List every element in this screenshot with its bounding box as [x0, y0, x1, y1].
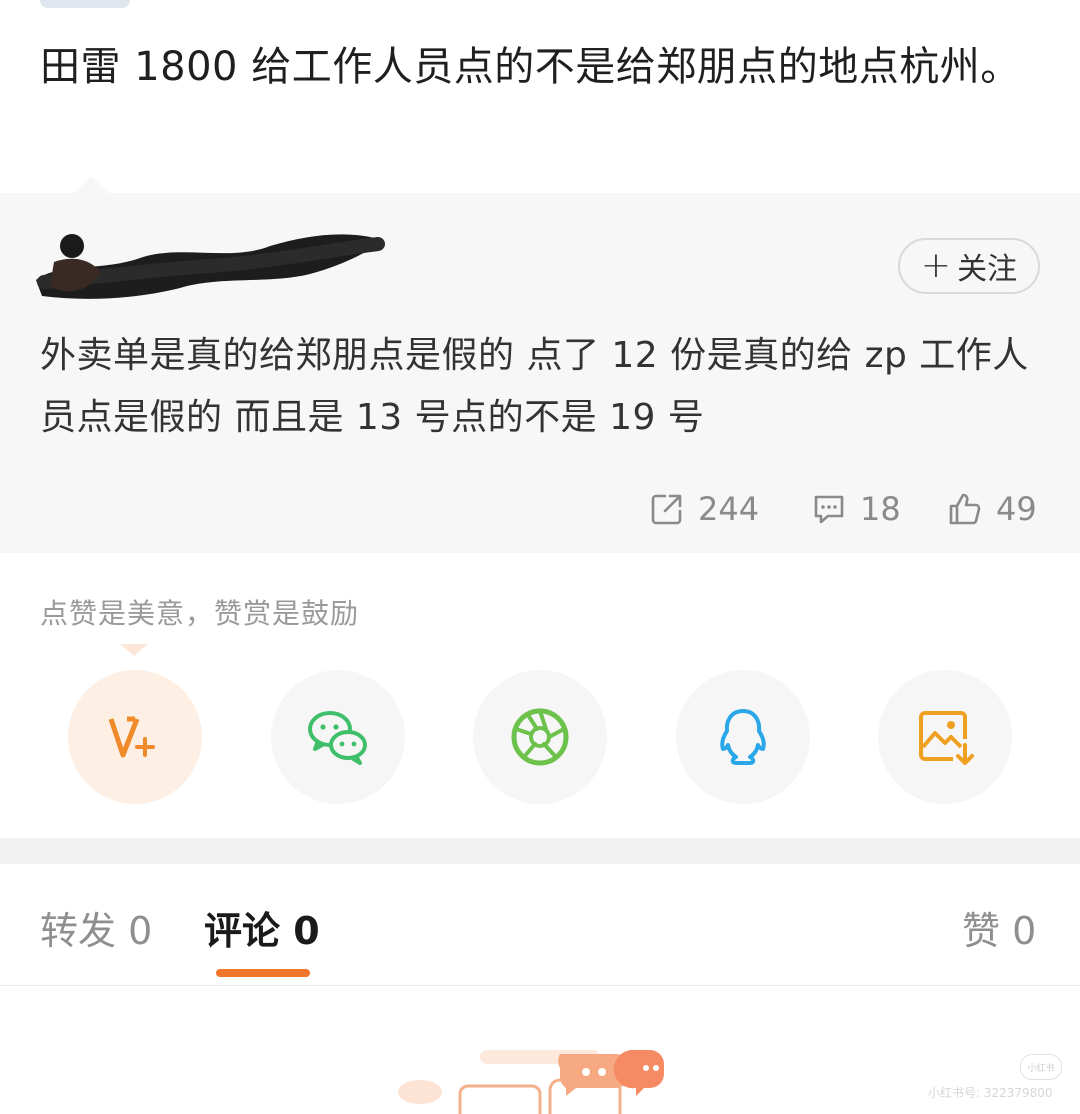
redacted-username-scribble [36, 234, 385, 299]
tabs-border [0, 985, 1080, 986]
plus-icon: + [920, 245, 952, 286]
share-qq-button[interactable] [676, 670, 810, 804]
like-count: 49 [996, 490, 1037, 528]
share-row [0, 670, 1080, 804]
save-image-button[interactable] [878, 670, 1012, 804]
quoted-comment-text: 外卖单是真的给郑朋点是假的 点了 12 份是真的给 zp 工作人员点是假的 而且… [40, 335, 1029, 438]
like-count-button[interactable]: 49 [948, 486, 1037, 532]
share-pointer [120, 644, 148, 656]
repost-icon [651, 494, 682, 525]
comment-icon [814, 495, 844, 524]
v-plus-icon [108, 716, 155, 758]
tab-comment[interactable]: 评论 0 [204, 900, 320, 955]
repost-count: 244 [698, 490, 760, 528]
active-tab-indicator [216, 969, 310, 977]
watermark-logo: 小红书 [1020, 1054, 1062, 1080]
reward-button[interactable] [68, 670, 202, 804]
watermark-text: 小红书号: 322379800 [928, 1086, 1053, 1100]
repost-count-button[interactable]: 244 [650, 486, 759, 532]
previous-content-fragment [40, 0, 130, 8]
quote-notch [74, 176, 108, 193]
save-image-icon [919, 711, 974, 765]
comment-count-button[interactable]: 18 [812, 486, 901, 532]
post-text: 田雷 1800 给工作人员点的不是给郑朋点的地点杭州。 [40, 44, 1021, 90]
tab-like[interactable]: 赞 0 [962, 900, 1036, 955]
comment-count: 18 [860, 490, 901, 528]
follow-button[interactable]: + 关注 [898, 238, 1040, 294]
share-wechat-button[interactable] [271, 670, 405, 804]
follow-label: 关注 [957, 252, 1018, 287]
share-moments-button[interactable] [473, 670, 607, 804]
reward-tip-text: 点赞是美意，赞赏是鼓励 [40, 597, 360, 630]
tab-repost[interactable]: 转发 0 [40, 900, 152, 955]
moments-icon [511, 708, 569, 766]
wechat-icon [308, 711, 367, 765]
empty-comments-illustration [398, 1050, 664, 1114]
thumbs-up-icon [949, 493, 981, 525]
section-divider [0, 838, 1080, 864]
qq-icon [720, 709, 766, 765]
